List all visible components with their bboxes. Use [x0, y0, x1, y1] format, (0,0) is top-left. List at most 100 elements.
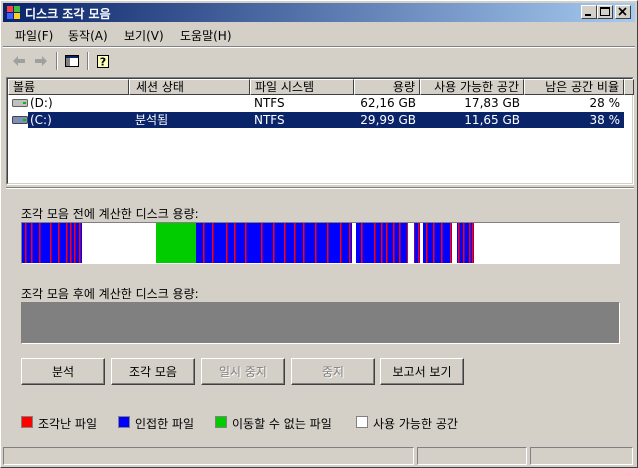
volume-free-percent: 38 % [589, 113, 621, 127]
free-block [474, 223, 619, 263]
volume-status: 분석됨 [135, 113, 169, 127]
menu-bar: 파일(F) 동작(A) 보기(V) 도움말(H) [3, 24, 635, 45]
fragmented-block [399, 223, 401, 263]
fragmented-block [234, 223, 236, 263]
toolbar-separator [87, 52, 89, 70]
legend-label: 이동할 수 없는 파일 [232, 417, 332, 431]
fragmented-block [66, 223, 68, 263]
fragmented-block [426, 223, 428, 263]
forward-button[interactable] [31, 51, 51, 71]
back-button[interactable] [9, 51, 29, 71]
fragmented-block [79, 223, 81, 263]
maximize-button[interactable] [597, 5, 613, 19]
toolbar-separator [56, 52, 58, 70]
column-header-filler [624, 79, 634, 95]
volume-filesystem: NTFS [254, 113, 285, 127]
before-defrag-display [21, 222, 620, 264]
column-header-status[interactable]: 세션 상태 [129, 79, 250, 95]
fragmented-block [212, 223, 214, 263]
fragmented-block [393, 223, 395, 263]
help-icon: ? [97, 55, 109, 69]
analyze-button[interactable]: 분석 [21, 358, 105, 385]
status-bar [3, 445, 635, 465]
fragmented-block [381, 223, 383, 263]
fragmented-block [31, 223, 33, 263]
fragmented-block [418, 223, 420, 263]
before-defrag-map [22, 223, 619, 263]
fragmented-block [458, 223, 460, 263]
close-button[interactable] [615, 5, 631, 19]
view-report-button[interactable]: 보고서 보기 [380, 358, 464, 385]
fragmented-block [39, 223, 41, 263]
pause-button[interactable]: 일시 중지 [201, 358, 285, 385]
fragmented-block [226, 223, 228, 263]
unmovable-block [156, 223, 196, 263]
column-header-free-percent[interactable]: 남은 공간 비율 [524, 79, 624, 95]
fragmented-block [469, 223, 471, 263]
contiguous-swatch [118, 416, 130, 428]
menu-view[interactable]: 보기(V) [124, 27, 164, 44]
contiguous-block [196, 223, 474, 263]
fragmented-block [261, 223, 263, 263]
status-pane-main [3, 447, 414, 465]
pane-splitter[interactable] [6, 187, 634, 189]
column-header-volume[interactable]: 볼륨 [8, 79, 129, 95]
fragmented-block [433, 223, 435, 263]
defrag-window: 디스크 조각 모음 파일(F) 동작(A) 보기(V) 도움말(H) ? 볼륨 … [0, 0, 638, 468]
volume-free-space: 17,83 GB [464, 96, 520, 110]
column-header-capacity[interactable]: 용량 [354, 79, 420, 95]
status-pane-tertiary [530, 447, 633, 465]
volume-name: (C:) [30, 113, 52, 127]
after-defrag-label: 조각 모음 후에 계산한 디스크 용량: [21, 287, 199, 301]
free-block [452, 223, 457, 263]
volume-free-space: 11,65 GB [464, 113, 520, 127]
volume-list-frame: 볼륨 세션 상태 파일 시스템 용량 사용 가능한 공간 남은 공간 비율 (D… [7, 78, 634, 184]
legend-label: 조각난 파일 [38, 417, 98, 431]
before-defrag-label: 조각 모음 전에 계산한 디스크 용량: [21, 207, 199, 221]
legend-label: 사용 가능한 공간 [373, 417, 458, 431]
fragmented-block [284, 223, 286, 263]
window-title: 디스크 조각 모음 [25, 7, 111, 21]
hard-drive-icon [12, 99, 28, 107]
title-bar[interactable]: 디스크 조각 모음 [3, 3, 635, 22]
fragmented-block [74, 223, 76, 263]
volume-row-c[interactable]: (C:) 분석됨 NTFS 29,99 GB 11,65 GB 38 % [8, 112, 632, 128]
fragmented-block [349, 223, 351, 263]
svg-text:?: ? [100, 56, 106, 69]
menu-action[interactable]: 동작(A) [68, 27, 108, 44]
stop-button[interactable]: 중지 [291, 358, 375, 385]
fragmented-block [386, 223, 388, 263]
fragmented-block [245, 223, 247, 263]
minimize-icon [585, 14, 591, 16]
menu-file[interactable]: 파일(F) [15, 27, 53, 44]
defragment-button[interactable]: 조각 모음 [111, 358, 195, 385]
free-space-swatch [356, 416, 368, 428]
volume-list[interactable]: 볼륨 세션 상태 파일 시스템 용량 사용 가능한 공간 남은 공간 비율 (D… [6, 77, 634, 185]
fragmented-block [203, 223, 205, 263]
show-console-tree-button[interactable] [62, 51, 82, 71]
menu-help[interactable]: 도움말(H) [180, 27, 232, 44]
fragmented-block [315, 223, 317, 263]
volume-filesystem: NTFS [254, 96, 285, 110]
fragmented-block [50, 223, 52, 263]
help-button[interactable]: ? [93, 51, 113, 71]
fragmented-block [441, 223, 443, 263]
console-tree-icon [65, 55, 79, 67]
toolbar: ? [3, 48, 635, 74]
fragmented-block [361, 223, 363, 263]
column-header-filesystem[interactable]: 파일 시스템 [250, 79, 354, 95]
back-arrow-icon [13, 56, 25, 66]
minimize-button[interactable] [581, 5, 597, 19]
maximize-icon [600, 7, 610, 16]
fragmented-block [463, 223, 465, 263]
fragmented-block [472, 223, 474, 263]
volume-capacity: 62,16 GB [360, 96, 416, 110]
fragmented-block [294, 223, 296, 263]
unmovable-swatch [215, 416, 227, 428]
volume-row-d[interactable]: (D:) NTFS 62,16 GB 17,83 GB 28 % [8, 95, 632, 111]
volume-capacity: 29,99 GB [360, 113, 416, 127]
after-defrag-display [21, 302, 620, 344]
free-block [408, 223, 414, 263]
column-header-free-space[interactable]: 사용 가능한 공간 [420, 79, 524, 95]
status-pane-secondary [417, 447, 527, 465]
